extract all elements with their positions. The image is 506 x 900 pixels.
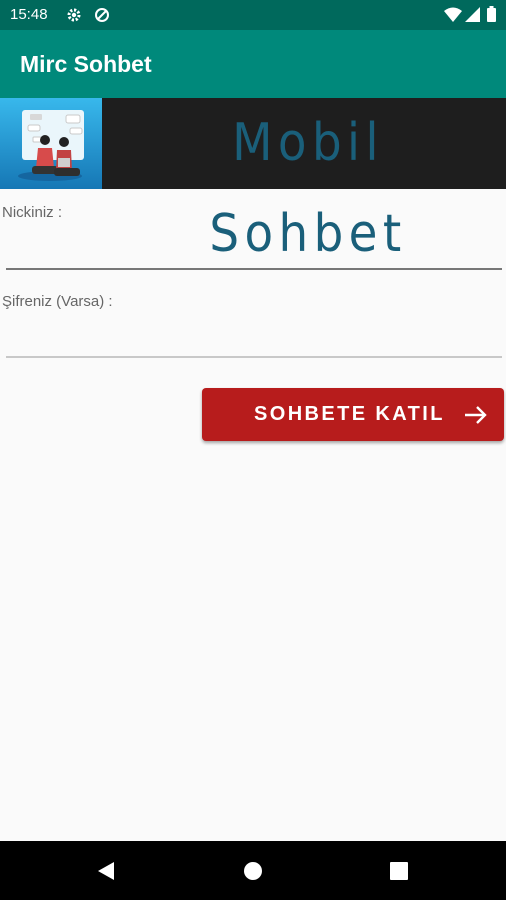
battery-icon: [487, 6, 496, 27]
password-input[interactable]: [6, 322, 502, 358]
password-label: Şifreniz (Varsa) :: [2, 293, 113, 310]
nickname-input[interactable]: [6, 234, 502, 270]
join-chat-button-label: SOHBETE KATIL: [254, 403, 445, 425]
chat-illustration-icon: [0, 98, 102, 189]
status-time: 15:48: [10, 6, 48, 23]
join-chat-button[interactable]: SOHBETE KATIL: [202, 388, 504, 441]
nickname-label: Nickiniz :: [2, 204, 63, 221]
app-title: Mirc Sohbet: [20, 51, 152, 77]
arrow-right-icon: [464, 405, 488, 430]
signal-icon: [465, 7, 480, 27]
wifi-icon: [444, 7, 462, 27]
gear-icon: [66, 7, 82, 28]
banner: Mobil Sohbet: [0, 98, 506, 264]
banner-title: Mobil Sohbet: [209, 113, 407, 264]
recents-icon[interactable]: [369, 841, 429, 900]
home-icon[interactable]: [223, 841, 283, 900]
data-saver-icon: [94, 7, 110, 28]
back-icon[interactable]: [76, 841, 136, 900]
app-bar: Mirc Sohbet: [0, 30, 506, 98]
nav-bar: [0, 841, 506, 900]
status-bar: 15:48: [0, 0, 506, 30]
